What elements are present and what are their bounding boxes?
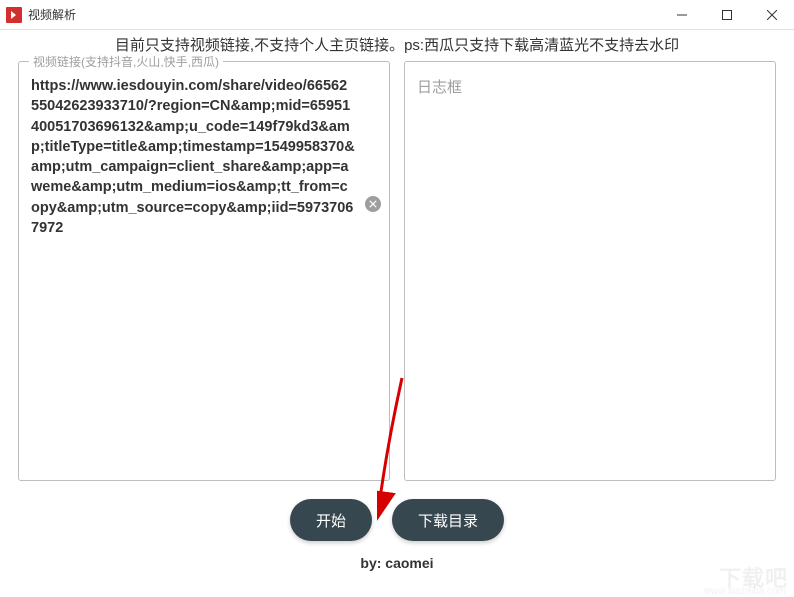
app-icon (6, 7, 22, 23)
watermark-url: www.xiazaiba.com (704, 586, 786, 597)
button-row: 开始 下载目录 (18, 499, 776, 541)
content-area: 目前只支持视频链接,不支持个人主页链接。ps:西瓜只支持下载高清蓝光不支持去水印… (0, 30, 794, 571)
hint-text: 目前只支持视频链接,不支持个人主页链接。ps:西瓜只支持下载高清蓝光不支持去水印 (18, 34, 776, 55)
clear-input-button[interactable] (365, 196, 381, 212)
start-button[interactable]: 开始 (290, 499, 372, 541)
video-url-panel[interactable]: 视频链接(支持抖音,火山,快手,西瓜) https://www.iesdouyi… (18, 61, 390, 481)
close-button[interactable] (749, 0, 794, 29)
video-url-label: 视频链接(支持抖音,火山,快手,西瓜) (29, 53, 223, 70)
log-panel: 日志框 (404, 61, 776, 481)
close-icon (369, 200, 377, 208)
panels-row: 视频链接(支持抖音,火山,快手,西瓜) https://www.iesdouyi… (18, 61, 776, 481)
maximize-button[interactable] (704, 0, 749, 29)
titlebar: 视频解析 (0, 0, 794, 30)
log-placeholder: 日志框 (417, 76, 763, 97)
window-controls (659, 0, 794, 29)
footer-text: by: caomei (18, 555, 776, 571)
download-dir-button[interactable]: 下载目录 (392, 499, 504, 541)
video-url-input[interactable]: https://www.iesdouyin.com/share/video/66… (31, 76, 377, 238)
minimize-button[interactable] (659, 0, 704, 29)
window-title: 视频解析 (28, 6, 659, 23)
